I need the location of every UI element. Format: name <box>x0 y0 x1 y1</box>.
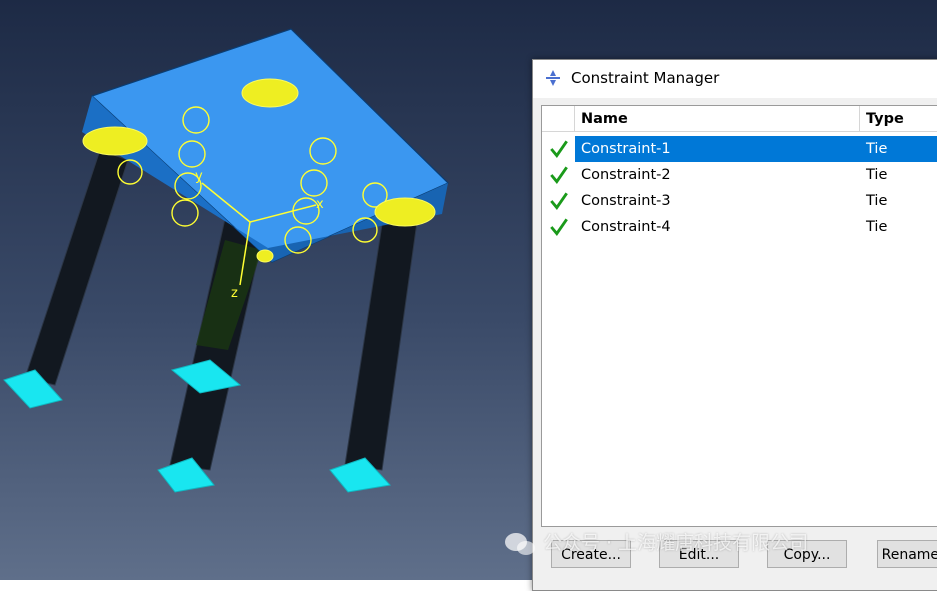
table-row-constraint-2[interactable]: Constraint-2 Tie <box>542 162 937 188</box>
dialog-title: Constraint Manager <box>571 69 720 87</box>
row-name: Constraint-1 <box>575 136 860 162</box>
check-icon <box>550 140 568 158</box>
check-icon <box>550 192 568 210</box>
row-name: Constraint-2 <box>581 167 671 183</box>
table-row-constraint-4[interactable]: Constraint-4 Tie <box>542 214 937 240</box>
row-type: Tie <box>866 219 888 235</box>
row-type: Tie <box>866 167 888 183</box>
row-type: Tie <box>860 136 937 162</box>
status-column-header <box>542 106 575 132</box>
constraint-manager-icon <box>546 70 560 86</box>
watermark-text: 公众号 · 上海耀唐科技有限公司 <box>543 532 809 554</box>
column-leg-1 <box>24 149 129 386</box>
row-name: Constraint-4 <box>581 219 671 235</box>
constraints-table[interactable]: Name Type Constraint-1 Tie Constraint-2 … <box>541 105 937 527</box>
check-icon <box>550 218 568 236</box>
check-icon <box>550 166 568 184</box>
row-type: Tie <box>866 193 888 209</box>
wechat-icon <box>505 532 535 555</box>
column-leg-3 <box>344 204 419 471</box>
column-leg-2-mesh <box>196 240 262 350</box>
triad-label-z: z <box>231 286 238 301</box>
rename-button[interactable]: Rename... <box>877 540 937 568</box>
table-row-constraint-1[interactable]: Constraint-1 Tie <box>542 136 937 162</box>
table-row-constraint-3[interactable]: Constraint-3 Tie <box>542 188 937 214</box>
name-column-header[interactable]: Name <box>575 106 860 132</box>
triad-label-x: x <box>316 197 324 212</box>
type-column-header[interactable]: Type <box>860 106 937 132</box>
constraint-manager-dialog: Constraint Manager Name Type Constraint-… <box>532 59 937 591</box>
triad-label-y: y <box>195 169 203 184</box>
row-name: Constraint-3 <box>581 193 671 209</box>
watermark: 公众号 · 上海耀唐科技有限公司 <box>503 528 808 558</box>
dialog-titlebar[interactable]: Constraint Manager <box>533 60 937 98</box>
